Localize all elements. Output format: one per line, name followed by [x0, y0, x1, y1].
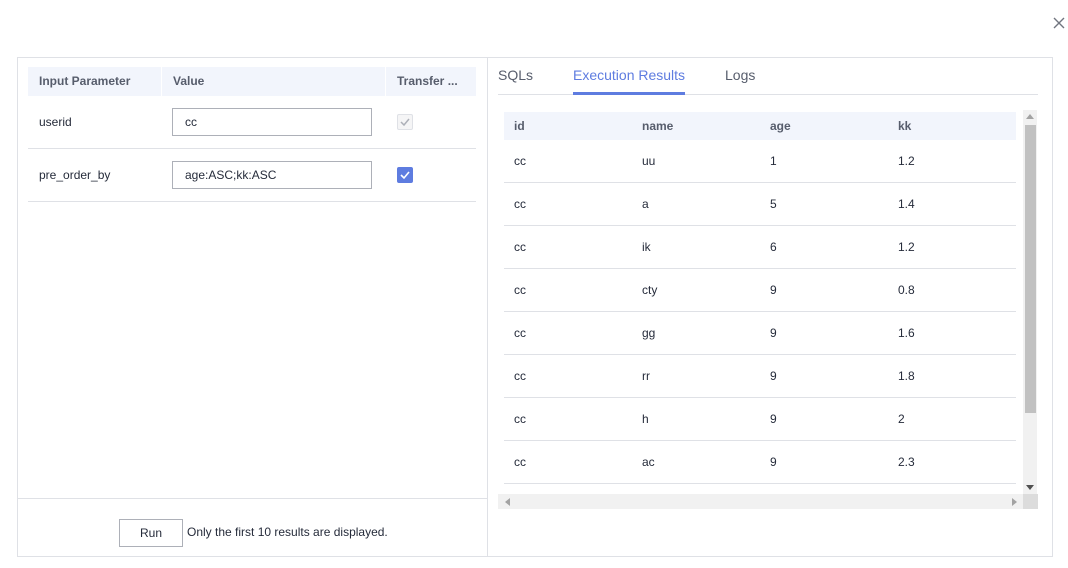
table-row: pre_order_by: [28, 149, 476, 202]
results-body: cc uu 1 1.2 cc a 5 1.4 cc ik 6 1.2 cc cty 9 0.8 cc gg 9 1.6…: [504, 140, 1016, 484]
table-cell-id: cc: [514, 412, 526, 426]
table-cell-kk: 0.8: [898, 283, 915, 297]
table-cell-age: 9: [770, 412, 777, 426]
parameter-name: userid: [39, 115, 72, 129]
table-cell-name: cty: [642, 283, 658, 297]
vertical-scroll-thumb[interactable]: [1025, 125, 1036, 413]
check-icon: [400, 171, 410, 180]
tab-logs[interactable]: Logs: [725, 67, 755, 83]
vertical-scrollbar[interactable]: [1023, 110, 1037, 494]
scroll-right-icon[interactable]: [1012, 498, 1017, 506]
table-row: cc uu 1 1.2: [504, 140, 1016, 183]
table-cell-age: 9: [770, 283, 777, 297]
table-cell-name: rr: [642, 369, 650, 383]
column-header-age: age: [770, 119, 791, 133]
column-header-value: Value: [162, 67, 386, 96]
check-icon: [400, 118, 410, 127]
table-cell-id: cc: [514, 283, 526, 297]
table-cell-kk: 2: [898, 412, 905, 426]
dialog-footer: Run Only the first 10 results are displa…: [18, 498, 487, 556]
results-pane: SQLs Execution Results Logs id name age …: [488, 58, 1052, 556]
transfer-checkbox[interactable]: [397, 114, 413, 130]
table-cell-kk: 1.2: [898, 240, 915, 254]
table-cell-name: h: [642, 412, 649, 426]
column-header-kk: kk: [898, 119, 912, 133]
parameter-value-input[interactable]: [172, 108, 372, 136]
table-row: cc gg 9 1.6: [504, 312, 1016, 355]
table-cell-kk: 1.8: [898, 369, 915, 383]
input-parameters-pane: Input Parameter Value Transfer ... useri…: [18, 58, 488, 556]
tab-execution-results[interactable]: Execution Results: [573, 67, 685, 83]
column-header-name: name: [642, 119, 674, 133]
table-row: userid: [28, 96, 476, 149]
table-cell-kk: 1.2: [898, 154, 915, 168]
run-button[interactable]: Run: [119, 519, 183, 547]
table-cell-name: ik: [642, 240, 651, 254]
table-cell-name: gg: [642, 326, 656, 340]
table-cell-id: cc: [514, 369, 526, 383]
table-cell-name: uu: [642, 154, 656, 168]
table-cell-kk: 1.4: [898, 197, 915, 211]
tab-bar: SQLs Execution Results Logs: [498, 58, 1038, 95]
input-parameters-table: Input Parameter Value Transfer ... useri…: [28, 67, 476, 202]
table-cell-name: a: [642, 197, 649, 211]
table-cell-id: cc: [514, 197, 526, 211]
scrollbar-corner: [1023, 494, 1038, 509]
table-cell-age: 5: [770, 197, 777, 211]
debug-dialog: Input Parameter Value Transfer ... useri…: [17, 57, 1053, 557]
tab-sqls[interactable]: SQLs: [498, 67, 533, 83]
table-cell-id: cc: [514, 154, 526, 168]
results-table: id name age kk cc uu 1 1.2 cc a 5 1.4 cc ik 6 1.2 cc…: [504, 112, 1016, 484]
table-row: cc rr 9 1.8: [504, 355, 1016, 398]
table-row: cc ac 9 2.3: [504, 441, 1016, 484]
table-cell-kk: 2.3: [898, 455, 915, 469]
table-cell-age: 9: [770, 326, 777, 340]
parameter-value-input[interactable]: [172, 161, 372, 189]
table-row: cc a 5 1.4: [504, 183, 1016, 226]
table-cell-id: cc: [514, 455, 526, 469]
scroll-up-icon[interactable]: [1026, 114, 1034, 119]
column-header-transfer: Transfer ...: [397, 74, 458, 88]
column-header-input-parameter: Input Parameter: [28, 67, 162, 96]
column-header-id: id: [514, 119, 525, 133]
table-cell-id: cc: [514, 240, 526, 254]
table-cell-age: 9: [770, 369, 777, 383]
close-icon[interactable]: [1050, 14, 1068, 32]
table-cell-age: 1: [770, 154, 777, 168]
table-cell-age: 9: [770, 455, 777, 469]
results-limit-note: Only the first 10 results are displayed.: [187, 525, 388, 539]
table-cell-id: cc: [514, 326, 526, 340]
table-cell-age: 6: [770, 240, 777, 254]
scroll-left-icon[interactable]: [505, 498, 510, 506]
table-header: id name age kk: [504, 112, 1016, 140]
results-grid: id name age kk cc uu 1 1.2 cc a 5 1.4 cc ik 6 1.2 cc…: [498, 106, 1038, 509]
horizontal-scrollbar[interactable]: [498, 494, 1023, 509]
table-row: cc h 9 2: [504, 398, 1016, 441]
scroll-down-icon[interactable]: [1026, 485, 1034, 490]
table-row: cc ik 6 1.2: [504, 226, 1016, 269]
table-row: cc cty 9 0.8: [504, 269, 1016, 312]
parameter-name: pre_order_by: [39, 168, 111, 182]
transfer-checkbox[interactable]: [397, 167, 413, 183]
active-tab-indicator: [573, 92, 685, 95]
table-header: Input Parameter Value Transfer ...: [28, 67, 476, 96]
table-cell-kk: 1.6: [898, 326, 915, 340]
table-cell-name: ac: [642, 455, 655, 469]
